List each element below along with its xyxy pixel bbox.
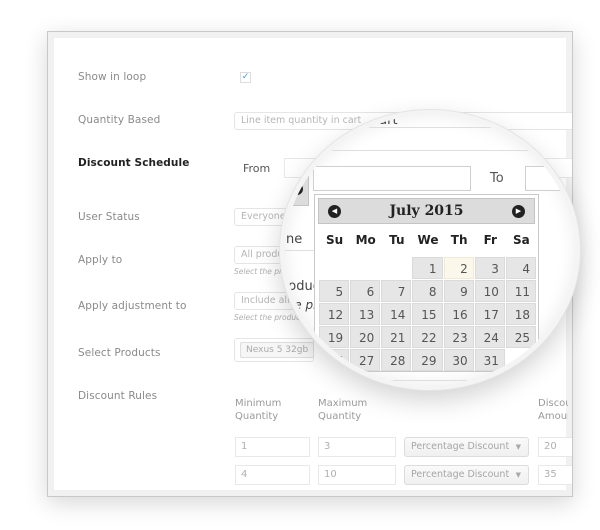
weekday-label: Sa [513, 233, 530, 247]
week-row: 26 27 28 29 30 31 [319, 349, 537, 371]
weekday-label: We [417, 233, 439, 247]
rule-2-type-select[interactable]: Percentage Discount ▼ [404, 465, 529, 485]
day-cell[interactable]: 19 [319, 326, 350, 348]
week-row: 12 13 14 15 16 17 18 [319, 303, 537, 325]
checkmark-icon: ✓ [241, 72, 250, 82]
day-cell[interactable]: 21 [381, 326, 412, 348]
empty-day-cell [381, 257, 411, 279]
rule-1-type-value: Percentage Discount [411, 441, 510, 452]
day-cell[interactable]: 28 [381, 349, 412, 371]
show-in-loop-label: Show in loop [78, 71, 147, 83]
day-cell[interactable]: 1 [412, 257, 443, 279]
datepicker: ◀ July 2015 ▶ Su Mo Tu We Th Fr Sa 1 2 3 4 5 6 7 8 9 10… [314, 194, 539, 372]
day-cell[interactable]: 22 [412, 326, 443, 348]
day-cell[interactable]: 13 [350, 303, 381, 325]
rule-2-type-value: Percentage Discount [411, 469, 510, 480]
day-cell[interactable]: 9 [443, 280, 474, 302]
weekday-header: Su Mo Tu We Th Fr Sa [319, 233, 537, 247]
day-cell[interactable]: 27 [350, 349, 381, 371]
day-cell[interactable]: 26 [319, 349, 350, 371]
col-min-quantity: Minimum Quantity [235, 398, 282, 422]
day-cell[interactable]: 11 [505, 280, 536, 302]
day-cell[interactable]: 6 [350, 280, 381, 302]
weekday-label: Th [450, 233, 468, 247]
week-row: 19 20 21 22 23 24 25 [319, 326, 537, 348]
rule-2-min-input[interactable]: 4 [235, 465, 310, 485]
day-cell[interactable]: 10 [474, 280, 505, 302]
day-cell[interactable]: 8 [412, 280, 443, 302]
datepicker-layer: To ◀ July 2015 ▶ Su Mo Tu We Th Fr Sa 12345678… [285, 115, 575, 385]
rule-2-max-input[interactable]: 10 [318, 465, 396, 485]
weekday-label: Su [325, 233, 344, 247]
from-date-input-magnified[interactable] [313, 166, 471, 191]
discount-rules-label: Discount Rules [78, 390, 158, 402]
dropdown-caret-icon: ▼ [515, 443, 521, 451]
to-date-input[interactable] [525, 166, 575, 191]
day-cell[interactable]: 14 [381, 303, 412, 325]
day-cell[interactable]: 18 [505, 303, 536, 325]
quantity-based-label: Quantity Based [78, 114, 161, 126]
day-cell[interactable]: 20 [350, 326, 381, 348]
magnifier-lens: cart ryone produc the pro a To ◀ July 20… [280, 110, 580, 390]
day-cell[interactable]: 25 [505, 326, 536, 348]
empty-day-cell [319, 257, 349, 279]
rule-1-type-select[interactable]: Percentage Discount ▼ [404, 437, 529, 457]
day-cell[interactable]: 30 [443, 349, 474, 371]
col-discount-amount: Discount Amount [538, 398, 568, 422]
select-products-label: Select Products [78, 347, 161, 359]
week-row: 1234 [319, 257, 537, 279]
day-cell[interactable]: 31 [474, 349, 505, 371]
user-status-label: User Status [78, 211, 140, 223]
rule-1-max-input[interactable]: 3 [318, 437, 396, 457]
weekday-label: Fr [483, 233, 497, 247]
week-row: 5 6 7 8 9 10 11 [319, 280, 537, 302]
rule-1-amount-input[interactable]: 20 [538, 437, 572, 457]
day-cell[interactable]: 24 [474, 326, 505, 348]
day-cell[interactable]: 3 [474, 257, 505, 279]
day-cell[interactable]: 7 [381, 280, 412, 302]
apply-adjustment-label: Apply adjustment to [78, 300, 187, 312]
rule-1-min-input[interactable]: 1 [235, 437, 310, 457]
show-in-loop-checkbox[interactable]: ✓ [240, 72, 251, 83]
day-cell[interactable]: 16 [443, 303, 474, 325]
discount-schedule-label: Discount Schedule [78, 157, 190, 169]
apply-to-label: Apply to [78, 254, 123, 266]
to-label: To [490, 171, 504, 186]
empty-day-cell [506, 349, 536, 371]
col-max-quantity: Maximum Quantity [318, 398, 368, 422]
day-cell[interactable]: 23 [443, 326, 474, 348]
day-cell-today[interactable]: 2 [443, 257, 474, 279]
weekday-label: Mo [355, 233, 376, 247]
day-grid: 1 2 3 4 5 6 7 8 9 10 11 12 13 14 15 16 17 18 19 20 21 22 23 24 2… [319, 257, 537, 372]
dropdown-caret-icon: ▼ [515, 471, 521, 479]
empty-day-cell [350, 257, 380, 279]
next-month-icon[interactable]: ▶ [512, 205, 525, 218]
weekday-label: Tu [389, 233, 405, 247]
datepicker-header: ◀ July 2015 ▶ [318, 198, 535, 224]
day-cell[interactable]: 15 [412, 303, 443, 325]
day-cell[interactable]: 29 [412, 349, 443, 371]
datepicker-month-title: July 2015 [389, 203, 464, 219]
day-cell[interactable]: 4 [505, 257, 536, 279]
rule-2-amount-input[interactable]: 35 [538, 465, 572, 485]
day-cell[interactable]: 17 [474, 303, 505, 325]
from-label: From [243, 162, 271, 175]
day-cell[interactable]: 5 [319, 280, 350, 302]
day-cell[interactable]: 12 [319, 303, 350, 325]
